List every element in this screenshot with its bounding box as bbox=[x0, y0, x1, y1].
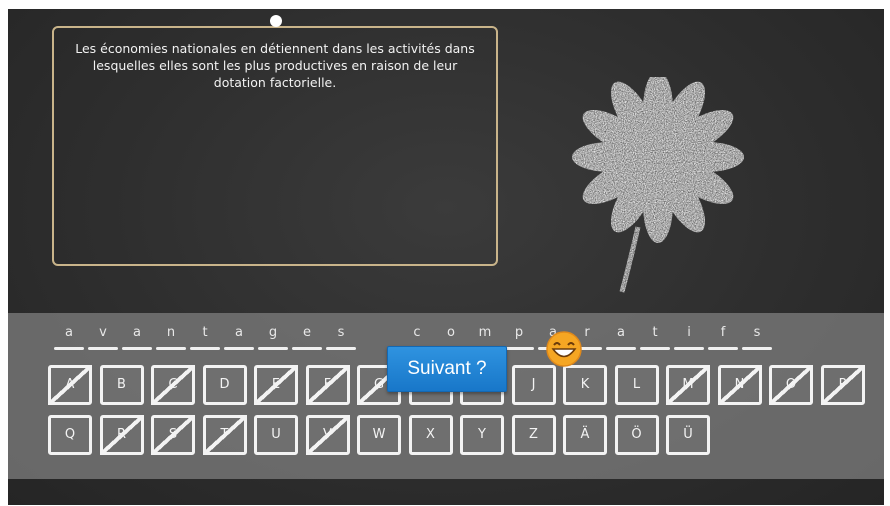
key-k[interactable]: K bbox=[563, 365, 607, 405]
word2-letter-slot: t bbox=[638, 323, 672, 351]
key-q[interactable]: Q bbox=[48, 415, 92, 455]
word1-letter-slot: t bbox=[188, 323, 222, 351]
key-r[interactable]: R bbox=[99, 415, 144, 455]
laughing-smiley-icon bbox=[546, 331, 582, 367]
key-o[interactable]: O bbox=[769, 365, 813, 405]
word1-letter-slot: a bbox=[120, 323, 154, 351]
key-ü[interactable]: Ü bbox=[666, 415, 710, 455]
key-t[interactable]: T bbox=[202, 415, 247, 455]
key-y[interactable]: Y bbox=[460, 415, 504, 455]
keyboard-panel: avantages comparatifs ABCDEFGHIJKLMNOP Q… bbox=[8, 313, 884, 479]
word2-letter-slot: s bbox=[740, 323, 774, 351]
key-e[interactable]: E bbox=[254, 365, 298, 405]
word2-letter-slot: p bbox=[502, 323, 536, 351]
word1-letter-slot: a bbox=[52, 323, 86, 351]
key-b[interactable]: B bbox=[99, 365, 144, 405]
key-z[interactable]: Z bbox=[511, 415, 556, 455]
key-f[interactable]: F bbox=[305, 365, 350, 405]
word1-letter-slot: e bbox=[290, 323, 324, 351]
key-s[interactable]: S bbox=[151, 415, 195, 455]
word1-letter-slot: n bbox=[154, 323, 188, 351]
key-a[interactable]: A bbox=[48, 365, 92, 405]
word2-letter-slot: f bbox=[706, 323, 740, 351]
word1-letter-slot: v bbox=[86, 323, 120, 351]
chalkboard-stage: Les économies nationales en détiennent d… bbox=[8, 9, 884, 505]
key-p[interactable]: P bbox=[820, 365, 865, 405]
key-v[interactable]: V bbox=[305, 415, 350, 455]
question-text: Les économies nationales en détiennent d… bbox=[75, 41, 475, 90]
answer-word-1: avantages bbox=[52, 323, 358, 351]
progress-indicator bbox=[270, 15, 282, 27]
word1-letter-slot: g bbox=[256, 323, 290, 351]
key-l[interactable]: L bbox=[614, 365, 659, 405]
keyboard-row-2: QRSTUVWXYZÄÖÜ bbox=[48, 415, 718, 455]
key-ö[interactable]: Ö bbox=[614, 415, 659, 455]
key-u[interactable]: U bbox=[254, 415, 298, 455]
key-m[interactable]: M bbox=[666, 365, 710, 405]
key-j[interactable]: J bbox=[511, 365, 556, 405]
key-n[interactable]: N bbox=[717, 365, 762, 405]
word1-letter-slot: a bbox=[222, 323, 256, 351]
word2-letter-slot: a bbox=[604, 323, 638, 351]
word2-letter-slot: i bbox=[672, 323, 706, 351]
question-box: Les économies nationales en détiennent d… bbox=[52, 26, 498, 266]
chalk-flower-icon bbox=[572, 77, 744, 293]
key-ä[interactable]: Ä bbox=[563, 415, 607, 455]
key-c[interactable]: C bbox=[151, 365, 195, 405]
word1-letter-slot: s bbox=[324, 323, 358, 351]
key-d[interactable]: D bbox=[202, 365, 247, 405]
key-w[interactable]: W bbox=[357, 415, 401, 455]
next-button[interactable]: Suivant ? bbox=[387, 346, 507, 392]
key-x[interactable]: X bbox=[408, 415, 453, 455]
